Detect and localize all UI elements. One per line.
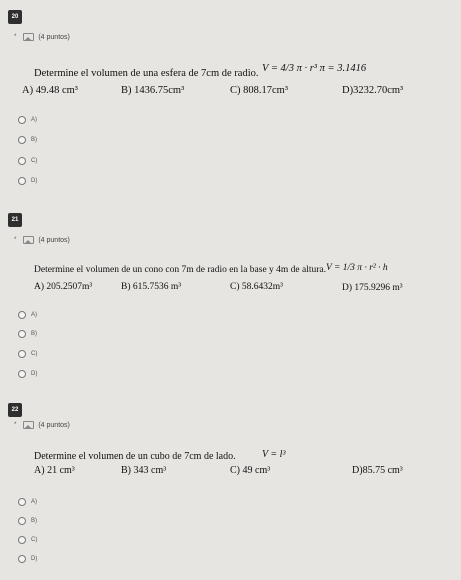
choice-d[interactable]: D) xyxy=(18,370,37,378)
choice-label: B) xyxy=(31,331,37,337)
points-label: * (4 puntos) xyxy=(14,421,70,429)
points-text: (4 puntos) xyxy=(38,236,70,244)
choice-a[interactable]: A) xyxy=(18,498,37,506)
question-image: Determine el volumen de un cono con 7m d… xyxy=(0,258,461,303)
points-text: (4 puntos) xyxy=(38,33,70,41)
question-number: 20 xyxy=(8,10,22,24)
points-label: * (4 puntos) xyxy=(14,33,70,41)
choice-d[interactable]: D) xyxy=(18,177,37,185)
radio-button[interactable] xyxy=(18,311,26,319)
question-stem: Determine el volumen de un cono con 7m d… xyxy=(34,265,327,275)
choice-label: A) xyxy=(31,499,37,505)
choice-label: B) xyxy=(31,518,37,524)
option-d: D)85.75 cm³ xyxy=(352,465,403,476)
radio-button[interactable] xyxy=(18,350,26,358)
choice-b[interactable]: B) xyxy=(18,517,37,525)
radio-button[interactable] xyxy=(18,330,26,338)
option-c: C) 58.6432m³ xyxy=(230,282,283,292)
image-icon xyxy=(23,236,35,244)
radio-button[interactable] xyxy=(18,177,26,185)
required-star-icon: * xyxy=(14,422,17,428)
choice-c[interactable]: C) xyxy=(18,157,37,165)
question-stem: Determine el volumen de una esfera de 7c… xyxy=(34,68,259,79)
option-a: A) 49.48 cm³ xyxy=(22,85,78,96)
image-icon xyxy=(23,33,35,41)
required-star-icon: * xyxy=(14,237,17,243)
choice-label: D) xyxy=(31,371,38,377)
option-b: B) 615.7536 m³ xyxy=(121,282,182,292)
option-d: D)3232.70cm³ xyxy=(342,85,404,96)
choice-label: D) xyxy=(31,178,38,184)
radio-button[interactable] xyxy=(18,136,26,144)
choice-a[interactable]: A) xyxy=(18,311,37,319)
question-image: Determine el volumen de un cubo de 7cm d… xyxy=(0,444,461,489)
choice-b[interactable]: B) xyxy=(18,330,37,338)
points-label: * (4 puntos) xyxy=(14,236,70,244)
choice-label: A) xyxy=(31,117,37,123)
radio-button[interactable] xyxy=(18,370,26,378)
choice-label: B) xyxy=(31,137,37,143)
question-formula: V = 1/3 π · r² · h xyxy=(326,263,388,273)
question-number: 22 xyxy=(8,403,22,417)
choice-c[interactable]: C) xyxy=(18,536,37,544)
choice-label: C) xyxy=(31,537,38,543)
question-formula: V = l³ xyxy=(262,449,286,460)
option-a: A) 205.2507m³ xyxy=(34,282,93,292)
choice-label: C) xyxy=(31,351,38,357)
choice-a[interactable]: A) xyxy=(18,116,37,124)
question-number: 21 xyxy=(8,213,22,227)
choice-b[interactable]: B) xyxy=(18,136,37,144)
radio-button[interactable] xyxy=(18,498,26,506)
radio-button[interactable] xyxy=(18,157,26,165)
question-image: Determine el volumen de una esfera de 7c… xyxy=(0,60,461,105)
option-c: C) 808.17cm³ xyxy=(230,85,288,96)
radio-button[interactable] xyxy=(18,517,26,525)
question-formula: V = 4/3 π · r³ π = 3.1416 xyxy=(262,63,367,74)
image-icon xyxy=(23,421,35,429)
points-text: (4 puntos) xyxy=(38,421,70,429)
option-b: B) 343 cm³ xyxy=(121,465,167,476)
radio-button[interactable] xyxy=(18,555,26,563)
option-a: A) 21 cm³ xyxy=(34,465,75,476)
choice-label: A) xyxy=(31,312,37,318)
choice-label: C) xyxy=(31,158,38,164)
choice-c[interactable]: C) xyxy=(18,350,37,358)
option-c: C) 49 cm³ xyxy=(230,465,271,476)
question-stem: Determine el volumen de un cubo de 7cm d… xyxy=(34,451,236,462)
option-b: B) 1436.75cm³ xyxy=(121,85,185,96)
choice-d[interactable]: D) xyxy=(18,555,37,563)
radio-button[interactable] xyxy=(18,536,26,544)
option-d: D) 175.9296 m³ xyxy=(342,283,403,293)
choice-label: D) xyxy=(31,556,38,562)
required-star-icon: * xyxy=(14,34,17,40)
radio-button[interactable] xyxy=(18,116,26,124)
